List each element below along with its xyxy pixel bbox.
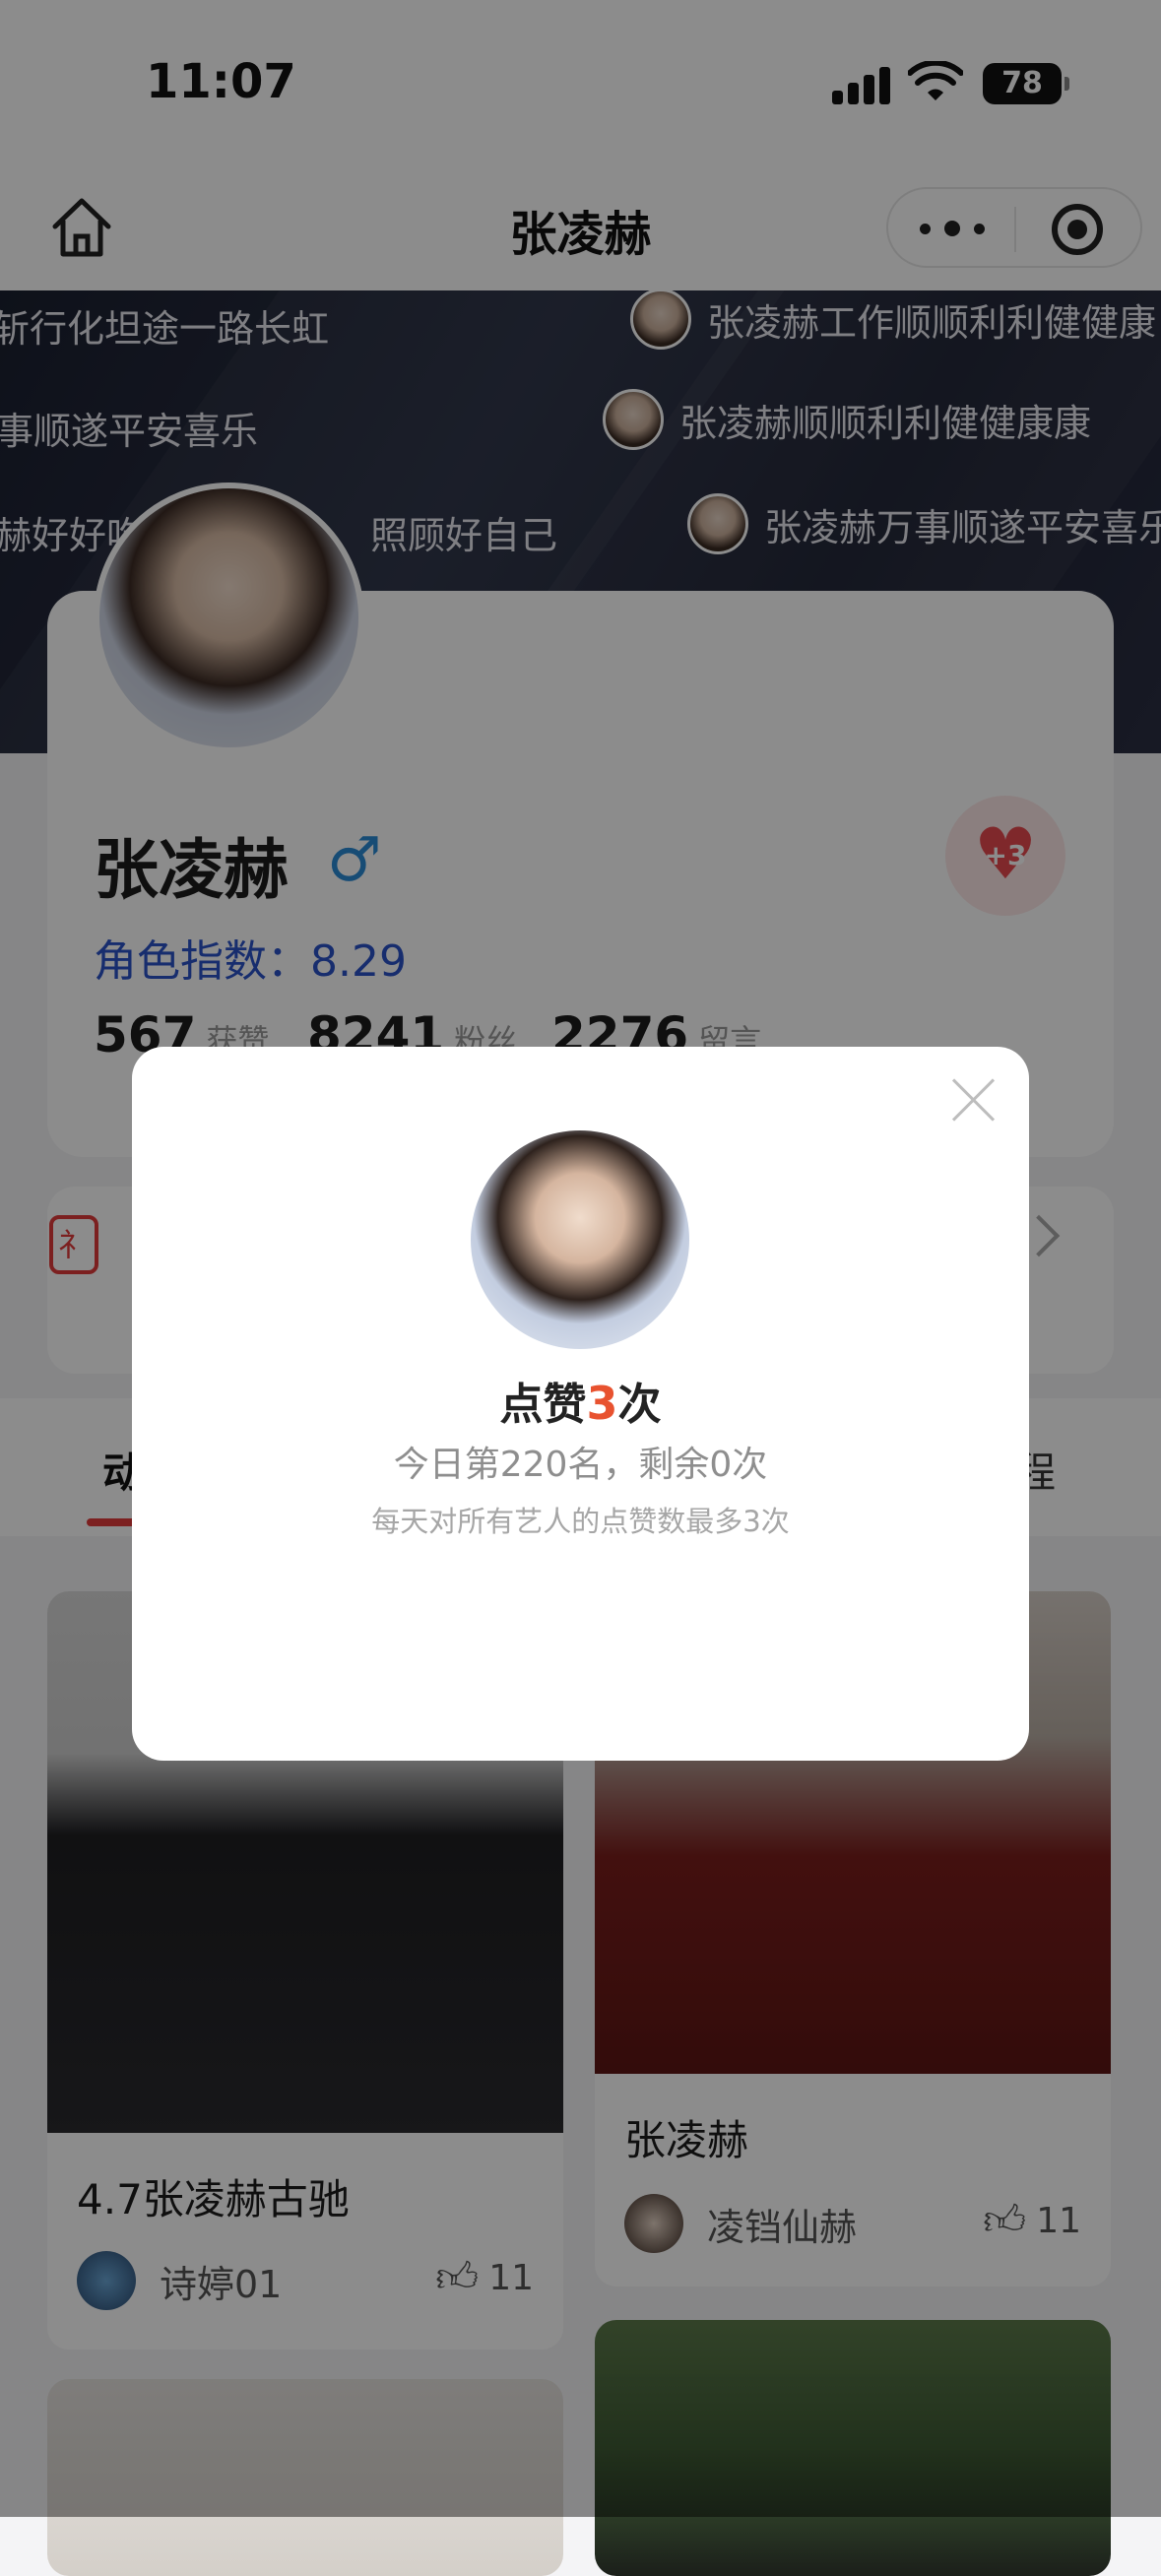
limit-hint: 每天对所有艺人的点赞数最多3次 bbox=[371, 1505, 790, 1538]
close-icon[interactable] bbox=[949, 1075, 999, 1125]
modal-avatar bbox=[471, 1130, 689, 1349]
rank-text: 今日第220名，剩余0次 bbox=[393, 1445, 768, 1485]
like-count-text: 点赞3次 bbox=[499, 1377, 662, 1430]
